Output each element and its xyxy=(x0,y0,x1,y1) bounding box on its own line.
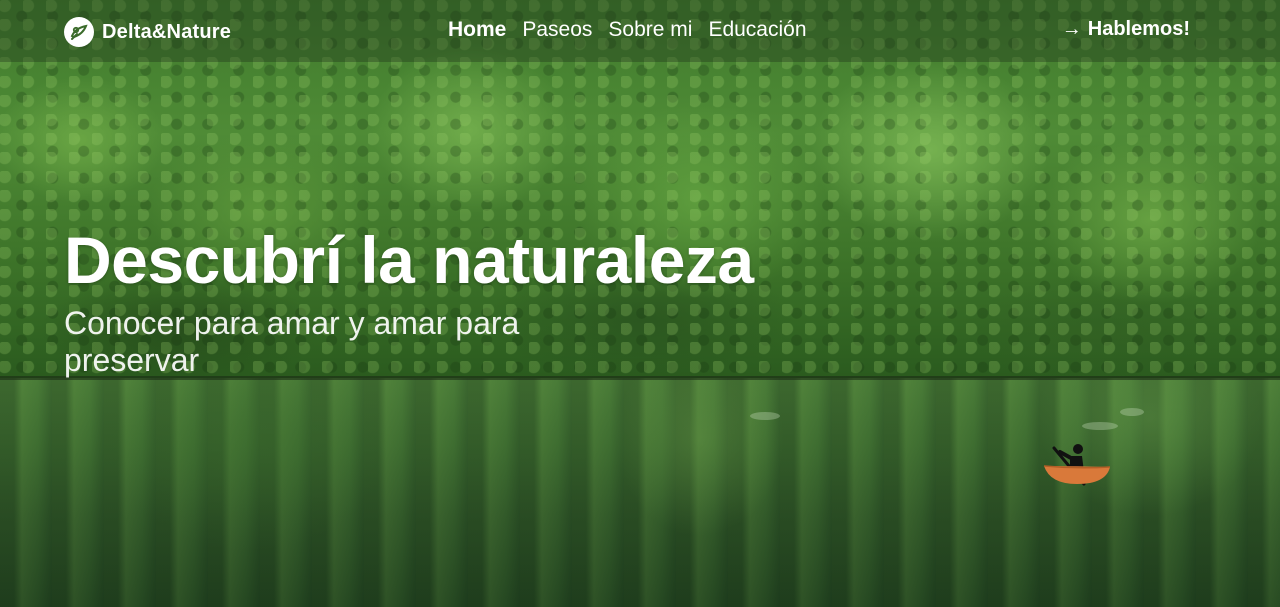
hero-section: Delta&Nature Home Paseos Sobre mi Educac… xyxy=(0,0,1280,607)
main-nav: Home Paseos Sobre mi Educación xyxy=(448,18,823,42)
lake-reflection xyxy=(0,378,1280,607)
nav-link-home[interactable]: Home xyxy=(448,18,506,42)
kayaker-icon xyxy=(1043,444,1111,486)
nav-link-educacion[interactable]: Educación xyxy=(708,18,806,42)
navbar: Delta&Nature Home Paseos Sobre mi Educac… xyxy=(0,0,1280,62)
nav-link-sobre-mi[interactable]: Sobre mi xyxy=(608,18,692,42)
leaf-swirl-icon xyxy=(64,17,94,47)
contact-cta-link[interactable]: → Hablemos! xyxy=(1062,18,1190,41)
water-ripple xyxy=(1120,408,1144,416)
cta-label: Hablemos! xyxy=(1087,18,1190,40)
water-ripple xyxy=(750,412,780,420)
brand-name: Delta&Nature xyxy=(102,20,232,43)
arrow-right-icon: → xyxy=(1061,18,1082,40)
nav-link-paseos[interactable]: Paseos xyxy=(522,18,592,42)
brand-logo[interactable]: Delta&Nature xyxy=(64,17,231,47)
hero-subtitle: Conocer para amar y amar para preservar xyxy=(64,305,520,378)
water-ripple xyxy=(1082,422,1118,430)
hero-title: Descubrí la naturaleza xyxy=(64,223,754,297)
